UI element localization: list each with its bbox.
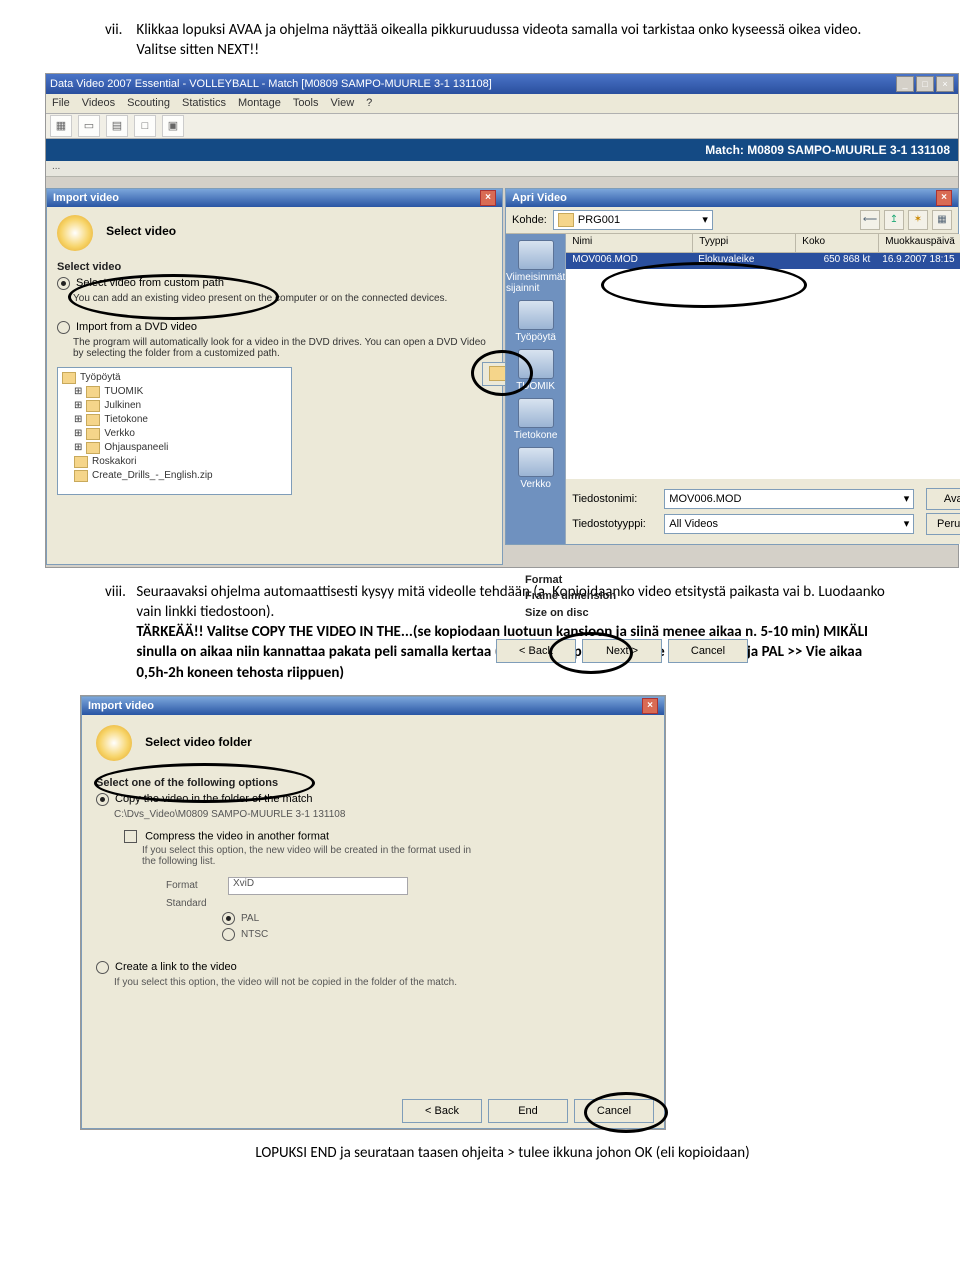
place-recent[interactable]: Viimeisimmät sijainnit [506,240,565,294]
section-subhead: Select video [57,261,492,273]
tool-icon[interactable]: ▣ [162,115,184,137]
screenshot-2: Import video × Select video folder Selec… [80,695,666,1130]
menu-scouting[interactable]: Scouting [127,97,170,109]
end-button[interactable]: End [488,1099,568,1123]
back-button[interactable]: < Back [496,639,576,663]
folder-combo[interactable]: PRG001 ▾ [553,210,713,230]
toolbar: ▦ ▭ ▤ □ ▣ [46,114,958,139]
places-sidebar: Viimeisimmät sijainnit Työpöytä TUOMIK T… [506,234,565,544]
instruction-viii: viii. Seuraavaksi ohjelma automaattisest… [105,582,900,683]
tool-icon[interactable]: ▦ [50,115,72,137]
radio-copy-video[interactable] [96,793,109,806]
folder-icon [62,372,76,384]
filetype-combo[interactable]: All Videos▾ [664,514,914,534]
li-text-a: Seuraavaksi ohjelma automaattisesti kysy… [136,583,884,621]
match-bar: Match: M0809 SAMPO-MUURLE 3-1 131108 [46,139,958,161]
menubar: File Videos Scouting Statistics Montage … [46,94,958,114]
place-network[interactable]: Verkko [518,447,554,490]
close-icon[interactable]: × [480,190,496,206]
panel-heading: Select video folder [145,735,252,749]
radio-label: Select video from custom path [76,277,224,289]
wizard-icon [57,215,93,251]
app-title: Data Video 2007 Essential - VOLLEYBALL -… [50,78,492,90]
video-info-labels: Format Frame dimension Size on disc [525,572,616,622]
menu-help[interactable]: ? [366,97,372,109]
filename-label: Tiedostonimi: [572,493,658,505]
checkbox-label: Compress the video in another format [145,830,329,842]
panel-heading: Select video [106,224,176,238]
li-number: viii. [105,582,133,602]
tool-icon[interactable]: □ [134,115,156,137]
place-desktop[interactable]: Työpöytä [515,300,556,343]
menu-file[interactable]: File [52,97,70,109]
tool-icon[interactable]: ▤ [106,115,128,137]
open-button[interactable]: Avaa [926,488,960,510]
panel-title: Import video [88,700,154,712]
hint-text: The program will automatically look for … [73,337,492,359]
folder-icon [558,213,574,227]
format-label: Format [166,880,222,891]
folder-name: PRG001 [578,214,620,226]
wizard-icon [96,725,132,761]
up-icon[interactable]: ↥ [884,210,904,230]
screenshot-1: Data Video 2007 Essential - VOLLEYBALL -… [45,73,959,568]
menu-view[interactable]: View [331,97,355,109]
li-text: Klikkaa lopuksi AVAA ja ohjelma näyttää … [136,20,896,61]
open-video-dialog: Apri Video × Kohde: PRG001 ▾ ⟵ ↥ ✶ ▦ [505,188,959,545]
instruction-vii: vii. Klikkaa lopuksi AVAA ja ohjelma näy… [105,20,900,61]
kohde-label: Kohde: [512,214,547,226]
close-button[interactable]: × [936,76,954,92]
radio-ntsc[interactable] [222,928,235,941]
radio-custom-path[interactable] [57,277,70,290]
menu-montage[interactable]: Montage [238,97,281,109]
place-computer[interactable]: Tietokone [514,398,558,441]
radio-create-link[interactable] [96,961,109,974]
menu-statistics[interactable]: Statistics [182,97,226,109]
minimize-button[interactable]: _ [896,76,914,92]
file-row-selected[interactable]: MOV006.MOD Elokuvaleike 650 868 kt 16.9.… [566,253,960,269]
menu-videos[interactable]: Videos [82,97,115,109]
tool-icon[interactable]: ▭ [78,115,100,137]
cancel-button[interactable]: Peruuta [926,513,960,535]
back-button[interactable]: < Back [402,1099,482,1123]
close-icon[interactable]: × [936,190,952,206]
cancel-button[interactable]: Cancel [668,639,748,663]
panel-title: Import video [53,192,119,204]
li-number: vii. [105,20,133,40]
new-folder-icon[interactable]: ✶ [908,210,928,230]
section-subhead: Select one of the following options [96,777,650,789]
back-icon[interactable]: ⟵ [860,210,880,230]
radio-pal[interactable] [222,912,235,925]
menu-tools[interactable]: Tools [293,97,319,109]
compress-checkbox[interactable] [124,830,137,843]
footer-text: LOPUKSI END ja seurataan taasen ohjeita … [105,1144,900,1162]
place-user[interactable]: TUOMIK [516,349,555,392]
file-columns: Nimi Tyyppi Koko Muokkauspäivä [566,234,960,253]
radio-label: Create a link to the video [115,961,237,973]
hint-text: If you select this option, the video wil… [114,977,650,988]
match-label: Match: [705,143,744,157]
import-video-panel: Import video × Select video Select video… [46,188,503,565]
hint-text: You can add an existing video present on… [73,293,492,304]
dialog-title: Apri Video [512,192,567,204]
match-name: M0809 SAMPO-MUURLE 3-1 131108 [747,143,950,157]
breadcrumb: ... [46,161,958,177]
copy-path: C:\Dvs_Video\M0809 SAMPO-MUURLE 3-1 1311… [114,809,650,820]
filename-input[interactable]: MOV006.MOD▾ [664,489,914,509]
radio-dvd[interactable] [57,321,70,334]
maximize-button[interactable]: □ [916,76,934,92]
cancel-button[interactable]: Cancel [574,1099,654,1123]
radio-label: Import from a DVD video [76,321,197,333]
format-combo[interactable]: XviD [228,877,408,895]
filetype-label: Tiedostotyyppi: [572,518,658,530]
close-icon[interactable]: × [642,698,658,714]
folder-tree[interactable]: Työpöytä ⊞TUOMIK ⊞Julkinen ⊞Tietokone ⊞V… [57,367,292,495]
checkbox-hint: If you select this option, the new video… [142,845,472,867]
standard-label: Standard [166,898,222,909]
radio-label: Copy the video in the folder of the matc… [115,793,313,805]
app-titlebar: Data Video 2007 Essential - VOLLEYBALL -… [46,74,958,94]
next-button[interactable]: Next > [582,639,662,663]
views-icon[interactable]: ▦ [932,210,952,230]
